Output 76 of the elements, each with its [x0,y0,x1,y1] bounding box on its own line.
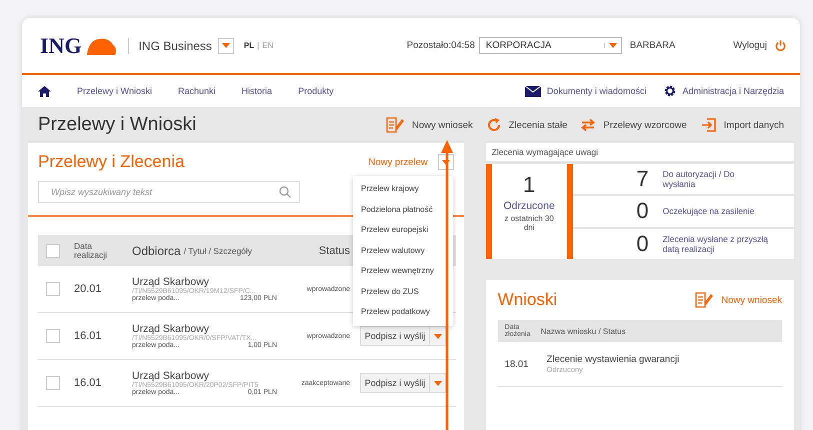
user-name: BARBARA [630,40,676,51]
attention-link[interactable]: Oczekujące na zasilenie [662,206,775,216]
column-header: / Tytuł / Szczegóły [184,246,252,256]
caret-icon [222,43,230,48]
language-link[interactable]: PL [244,41,254,50]
caret-icon [442,160,450,164]
logout-link[interactable]: Wyloguj [733,40,767,51]
rejected-count: 1 [523,172,536,198]
document-pen-icon[interactable] [695,292,714,308]
panel-title: Wnioski [498,290,558,310]
caret-icon [608,43,617,48]
home-icon[interactable] [38,86,51,96]
nav-link[interactable]: Przelewy i Wnioski [77,86,152,96]
nav-link[interactable]: Dokumenty i wiadomości [546,86,646,96]
count-text: 0 [635,198,649,224]
session-timer: Pozostało:04:58 [406,40,475,51]
company-select[interactable]: KORPORACJA [478,37,622,54]
column-header: Odbiorca [132,244,181,258]
menu-item[interactable]: Przelew podatkowy [361,302,430,322]
attention-link[interactable]: Zlecenia wysłane z przyszłą datą realizacji [662,234,775,254]
page-title: Przelewy i Wnioski [38,114,196,136]
date-cell-text: 16.01 [74,377,103,389]
column-header: Status [318,244,350,256]
import-icon[interactable] [700,118,716,132]
nav-link[interactable]: Produkty [298,86,334,96]
product-dropdown-button[interactable] [218,38,234,54]
sign-and-send-button[interactable]: Podpisz i wyślij [360,326,430,346]
caret-icon [434,334,442,338]
select-all-checkbox[interactable] [46,244,60,258]
power-icon[interactable] [775,40,786,51]
period-note: z ostatnich 30 dni [504,214,554,232]
menu-item[interactable]: Podzielona płatność [361,200,433,220]
row-checkbox[interactable] [46,329,60,343]
menu-item[interactable]: Przelew krajowy [361,179,419,200]
search-icon [279,186,291,198]
menu-item[interactable]: Przelew walutowy [361,240,425,261]
product-name: ING Business [138,38,212,52]
caret-icon [434,380,442,386]
action-link[interactable]: Import danych [724,120,784,130]
mail-icon[interactable] [524,86,541,96]
column-header: Data realizacji [74,242,108,259]
nav-link[interactable]: Administracja i Narzędzia [682,86,784,96]
action-link[interactable]: Zlecenia stałe [508,120,568,130]
application-name: Zlecenie wystawienia gwarancji [546,354,680,365]
dropdown-caret-button[interactable] [430,326,446,346]
attention-header: Zlecenia wymagające uwagi [486,143,794,161]
date-cell-text: 18.01 [504,358,530,370]
recipient-name: Urząd Skarbowy [132,370,210,382]
count-text: 7 [635,166,649,192]
panel-title: Przelewy i Zlecenia [38,152,184,172]
document-pen-icon[interactable] [386,117,404,133]
settings-icon[interactable] [664,85,676,97]
refresh-icon[interactable] [486,118,501,132]
rejected-link[interactable]: Odrzucone [503,200,555,212]
menu-item[interactable]: Przelew europejski [361,220,428,240]
logo-text: ING [40,32,82,58]
menu-item[interactable]: Przelew wewnętrzny [361,261,434,282]
menu-item[interactable]: Przelew do ZUS [361,282,419,302]
count-text: 0 [635,230,649,257]
swap-arrows-icon[interactable] [581,119,596,131]
action-link[interactable]: Nowy wniosek [412,120,473,130]
date-cell-text: 20.01 [74,283,103,295]
search-field[interactable]: Wpisz wyszukiwany tekst [38,181,300,203]
dropdown-caret-button[interactable] [430,373,446,393]
nav-link[interactable]: Historia [242,86,272,96]
nav-link[interactable]: Rachunki [178,86,216,96]
column-header: Nazwa wniosku / Status [540,326,626,336]
sign-and-send-button[interactable]: Podpisz i wyślij [360,373,430,393]
recipient-name: Urząd Skarbowy [132,323,210,335]
row-checkbox[interactable] [46,282,60,296]
row-checkbox[interactable] [46,376,60,390]
recipient-name: Urząd Skarbowy [132,276,210,288]
action-link[interactable]: Przelewy wzorcowe [603,120,687,130]
attention-link[interactable]: Do autoryzacji / Do wysłania [662,169,743,190]
language-separator: | [257,41,260,50]
date-cell-text: 16.01 [74,330,103,342]
